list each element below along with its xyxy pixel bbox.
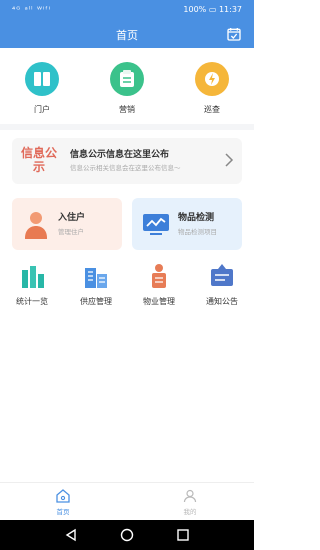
card-subtitle: 管理住户: [58, 228, 84, 236]
feature-notice[interactable]: 通知公告: [192, 262, 252, 307]
quick-menu-grid: 门户 营销 巡查: [0, 62, 254, 122]
user-icon: [183, 489, 197, 503]
monitor-chart-icon: [143, 214, 169, 235]
battery-percent: 100%: [183, 5, 207, 14]
back-icon[interactable]: [64, 528, 78, 542]
buildings-icon: [85, 268, 107, 288]
system-nav-bar: [0, 520, 254, 550]
tab-label: 我的: [183, 508, 197, 516]
feature-statistics[interactable]: 统计一览: [2, 262, 62, 307]
card-subtitle: 物品检测项目: [178, 228, 217, 236]
chevron-right-icon: [225, 153, 234, 167]
patrol-icon: [195, 62, 229, 96]
feature-supply[interactable]: 供应管理: [66, 262, 126, 307]
card-title: 物品检测: [178, 213, 215, 223]
notice-subtitle: 信息公示相关信息会在这里公布信息～: [70, 164, 181, 172]
menu-item-marketing[interactable]: 营销: [97, 62, 157, 115]
feature-property[interactable]: 物业管理: [129, 262, 189, 307]
card-title: 入住户: [58, 213, 86, 223]
tab-profile[interactable]: 我的: [165, 489, 215, 516]
status-bar: ⁴ᴳ ᵃˡˡ ᵂⁱᶠⁱ 100% ▭ 11:37: [0, 0, 254, 20]
feature-grid: 统计一览 供应管理 物业管理 通知公告: [0, 262, 254, 312]
status-left: ⁴ᴳ ᵃˡˡ ᵂⁱᶠⁱ: [12, 5, 52, 14]
top-navbar: 首页: [0, 20, 254, 48]
notice-banner[interactable]: 信息公示 信息公示信息在这里公布 信息公示相关信息会在这里公布信息～: [12, 138, 242, 184]
feature-label: 通知公告: [206, 297, 238, 306]
portal-icon: [25, 62, 59, 96]
home-circle-icon[interactable]: [120, 528, 134, 542]
item-inspection-card[interactable]: 物品检测 物品检测项目: [132, 198, 242, 250]
section-divider: [0, 124, 254, 130]
home-icon: [56, 489, 70, 503]
resident-card[interactable]: 入住户 管理住户: [12, 198, 122, 250]
marketing-icon: [110, 62, 144, 96]
menu-item-label: 门户: [34, 105, 50, 114]
calendar-check-icon[interactable]: [226, 26, 242, 42]
feature-label: 统计一览: [16, 297, 48, 306]
status-time: 11:37: [218, 5, 242, 14]
menu-item-portal[interactable]: 门户: [12, 62, 72, 115]
tab-label: 首页: [56, 508, 70, 516]
bar-chart-icon: [22, 266, 44, 288]
status-right: 100% ▭ 11:37: [183, 5, 242, 14]
page-title: 首页: [116, 29, 138, 42]
property-person-icon: [152, 264, 166, 288]
menu-item-label: 营销: [119, 105, 135, 114]
recent-apps-icon[interactable]: [176, 528, 190, 542]
resident-icon: [25, 212, 47, 239]
bottom-tabbar: 首页 我的: [0, 482, 254, 521]
feature-label: 供应管理: [80, 297, 112, 306]
notice-logo: 信息公示: [20, 146, 57, 174]
menu-item-label: 巡查: [204, 105, 220, 114]
menu-item-patrol[interactable]: 巡查: [182, 62, 242, 115]
notice-board-icon: [211, 264, 233, 286]
battery-icon: ▭: [208, 5, 219, 14]
feature-label: 物业管理: [143, 297, 175, 306]
tab-home[interactable]: 首页: [38, 489, 88, 516]
notice-title: 信息公示信息在这里公布: [70, 150, 170, 160]
